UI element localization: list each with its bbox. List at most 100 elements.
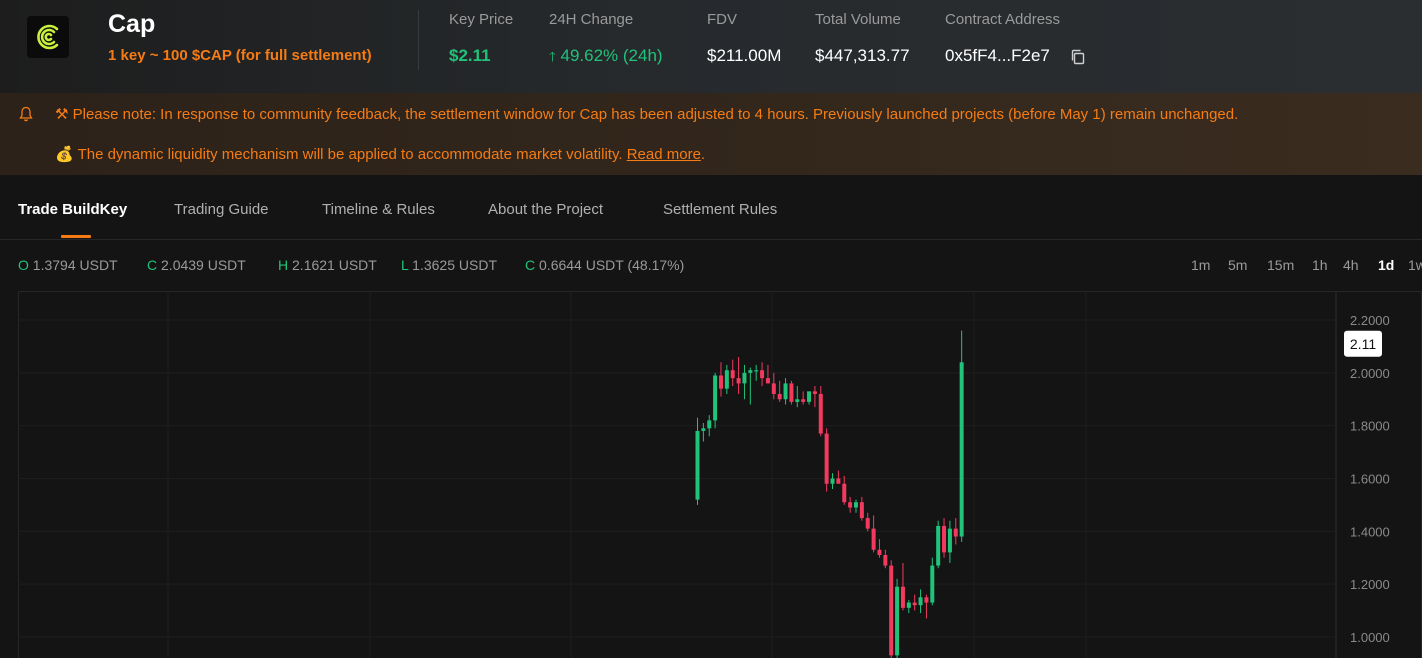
- y-tick-label: 1.2000: [1350, 577, 1390, 592]
- timeframe-1w[interactable]: 1w: [1408, 257, 1422, 273]
- candle-body: [754, 370, 759, 372]
- ohlc-low: L 1.3625 USDT: [401, 257, 497, 273]
- candle-body: [889, 565, 894, 656]
- project-header: Cap 1 key ~ 100 $CAP (for full settlemen…: [0, 0, 1422, 93]
- key-price-value: $2.11: [449, 46, 491, 65]
- y-tick-label: 1.4000: [1350, 524, 1390, 539]
- project-subtitle: 1 key ~ 100 $CAP (for full settlement): [108, 47, 372, 64]
- candle-body: [865, 518, 870, 529]
- tab-timeline-rules[interactable]: Timeline & Rules: [322, 201, 435, 218]
- candle-body: [765, 378, 770, 384]
- candle-body: [713, 375, 718, 421]
- candle-body: [836, 478, 841, 484]
- change-label: 24H Change: [549, 11, 634, 28]
- tab-trading-guide[interactable]: Trading Guide: [174, 201, 269, 218]
- key-price-label: Key Price: [449, 11, 514, 28]
- candle-body: [736, 378, 741, 384]
- timeframe-15m[interactable]: 15m: [1267, 257, 1294, 273]
- candle-body: [853, 502, 858, 508]
- last-price-label: 2.11: [1350, 336, 1376, 352]
- notice-line-2-text: 💰 The dynamic liquidity mechanism will b…: [55, 146, 627, 163]
- candle-body: [830, 478, 835, 484]
- y-tick-label: 1.8000: [1350, 419, 1390, 434]
- candle-body: [777, 393, 782, 400]
- candle-body: [795, 399, 800, 402]
- ohlc-open-label: O: [18, 257, 29, 273]
- candle-body: [824, 433, 829, 484]
- chart-border: [18, 291, 1422, 658]
- ohlc-high-label: H: [278, 257, 289, 273]
- project-title: Cap: [108, 10, 156, 38]
- candlestick-chart[interactable]: 2.2000 2.0000 1.8000 1.6000 1.4000 1.2000 1.00…: [18, 291, 1422, 658]
- ohlc-low-label: L: [401, 257, 409, 273]
- candle-body: [718, 375, 723, 389]
- candle-body: [924, 597, 929, 603]
- header-divider: [418, 10, 419, 70]
- candle-body: [942, 525, 947, 553]
- y-tick-label: 1.6000: [1350, 471, 1390, 486]
- ohlc-low-value: 1.3625 USDT: [412, 257, 497, 273]
- candle-body: [900, 586, 905, 608]
- tab-settlement-rules[interactable]: Settlement Rules: [663, 201, 777, 218]
- notice-line-2-end: .: [700, 146, 706, 163]
- read-more-link[interactable]: Read more: [627, 146, 701, 163]
- candle-body: [930, 565, 935, 603]
- tab-trade-buildkey[interactable]: Trade BuildKey: [18, 201, 127, 218]
- active-tab-indicator: [61, 235, 91, 238]
- candle-body: [912, 602, 917, 606]
- candle-body: [959, 362, 964, 537]
- candle-body: [730, 370, 735, 379]
- candle-body: [818, 393, 823, 434]
- ohlc-change-value: 0.6644 USDT (48.17%): [539, 257, 685, 273]
- candle-body: [789, 383, 794, 402]
- ohlc-open-value: 1.3794 USDT: [32, 257, 118, 273]
- candle-body: [801, 399, 806, 402]
- fdv-value: $211.00M: [707, 46, 782, 65]
- ohlc-change-label: C: [525, 257, 536, 273]
- candle-body: [807, 391, 812, 402]
- candle-body: [760, 370, 765, 379]
- candle-body: [936, 525, 941, 566]
- candle-body: [918, 597, 923, 606]
- tab-bar: Trade BuildKey Trading Guide Timeline & …: [0, 178, 1422, 240]
- candle-body: [883, 555, 888, 566]
- price-chart[interactable]: 2.2000 2.0000 1.8000 1.6000 1.4000 1.2000 1.00…: [18, 291, 1422, 658]
- volume-value: $447,313.77: [815, 46, 910, 65]
- y-tick-label: 2.2000: [1350, 313, 1390, 328]
- candle-body: [707, 420, 712, 429]
- candle-body: [701, 428, 706, 431]
- change-value-wrap: 🡑 49.62% (24h): [549, 46, 663, 70]
- cap-logo: [27, 16, 69, 58]
- candle-body: [748, 370, 753, 373]
- candle-body: [877, 549, 882, 556]
- tab-about-project[interactable]: About the Project: [488, 201, 603, 218]
- candle-body: [947, 528, 952, 553]
- y-tick-label: 2.0000: [1350, 366, 1390, 381]
- ohlc-close-value: 2.0439 USDT: [161, 257, 246, 273]
- copy-icon[interactable]: [1070, 49, 1086, 65]
- arrow-up-icon: 🡑: [549, 49, 556, 64]
- ohlc-high-value: 2.1621 USDT: [292, 257, 377, 273]
- timeframe-5m[interactable]: 5m: [1228, 257, 1247, 273]
- timeframe-1h[interactable]: 1h: [1312, 257, 1328, 273]
- candle-body: [724, 370, 729, 389]
- candle-body: [812, 391, 817, 394]
- candle-body: [742, 372, 747, 384]
- contract-value: 0x5fF4...F2e7: [945, 46, 1050, 65]
- timeframe-1d[interactable]: 1d: [1378, 257, 1394, 273]
- contract-label: Contract Address: [945, 11, 1061, 28]
- ohlc-high: H 2.1621 USDT: [278, 257, 377, 273]
- volume-label: Total Volume: [815, 11, 901, 28]
- candle-body: [771, 383, 776, 394]
- ohlc-open: O 1.3794 USDT: [18, 257, 118, 273]
- fdv-label: FDV: [707, 11, 737, 28]
- timeframe-4h[interactable]: 4h: [1343, 257, 1359, 273]
- candle-body: [953, 528, 958, 537]
- y-tick-label: 1.0000: [1350, 630, 1390, 645]
- notice-line-2: 💰 The dynamic liquidity mechanism will b…: [55, 145, 705, 163]
- ohlc-change: C 0.6644 USDT (48.17%): [525, 257, 684, 273]
- notice-banner: ⚒ Please note: In response to community …: [0, 93, 1422, 175]
- candle-body: [783, 383, 788, 400]
- candle-body: [842, 483, 847, 503]
- timeframe-1m[interactable]: 1m: [1191, 257, 1210, 273]
